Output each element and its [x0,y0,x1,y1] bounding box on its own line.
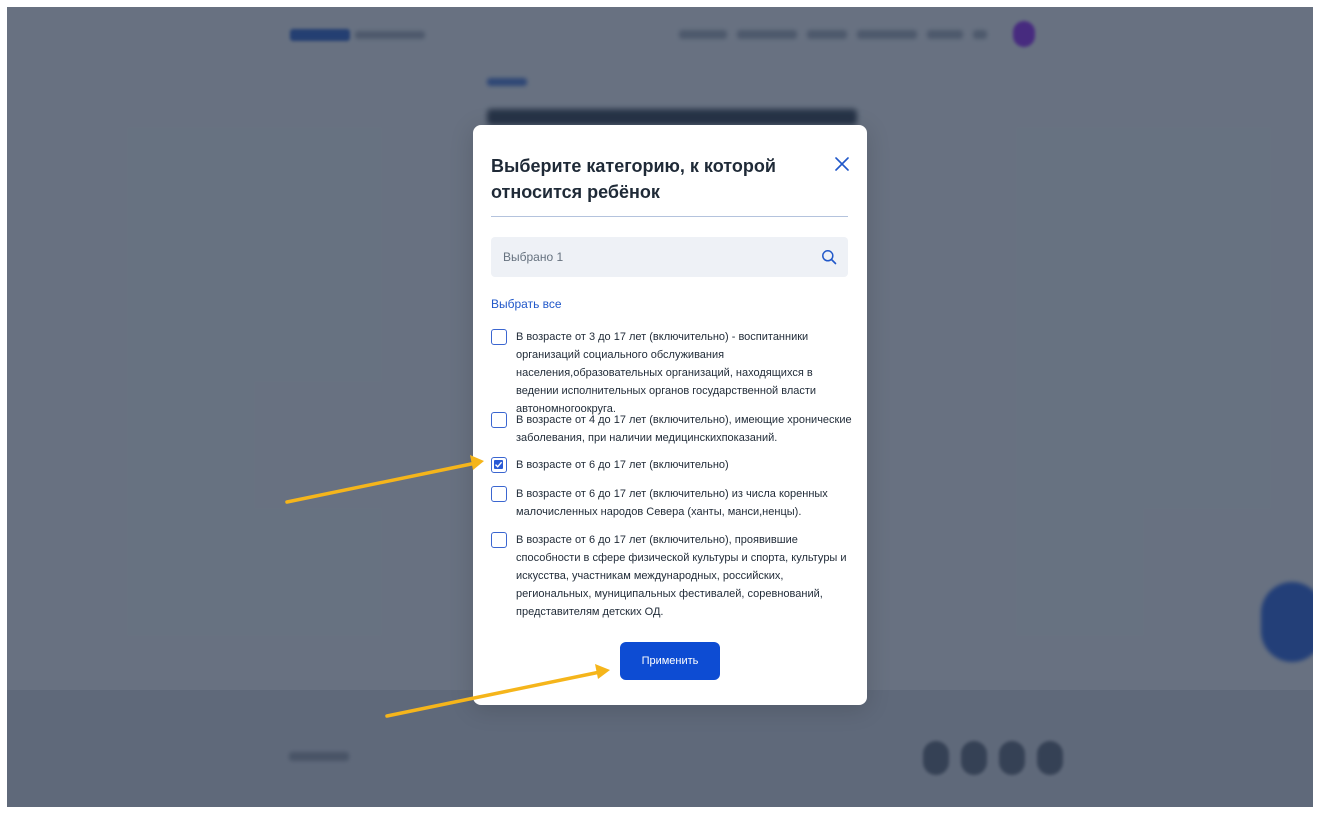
checkbox[interactable] [491,532,507,548]
option-label: В возрасте от 6 до 17 лет (включительно)… [516,534,847,618]
close-button[interactable] [831,153,853,175]
search-input[interactable] [491,237,811,277]
search-field [491,237,848,277]
checkbox-checked[interactable] [491,457,507,473]
checkbox[interactable] [491,486,507,502]
option-label: В возрасте от 3 до 17 лет (включительно)… [516,331,817,415]
modal-title: Выберите категорию, к которой относится … [491,156,776,202]
apply-button[interactable]: Применить [620,642,720,680]
option-label: В возрасте от 6 до 17 лет (включительно)… [516,488,828,518]
checkbox[interactable] [491,412,507,428]
modal-divider [491,216,848,217]
close-icon [835,157,849,171]
option-label: В возрасте от 6 до 17 лет (включительно) [516,459,729,471]
search-icon[interactable] [821,249,837,265]
check-icon [495,461,503,468]
category-modal: Выберите категорию, к которой относится … [473,125,867,705]
checkbox[interactable] [491,329,507,345]
select-all-link[interactable]: Выбрать все [491,297,562,311]
option-label: В возрасте от 4 до 17 лет (включительно)… [516,414,852,444]
